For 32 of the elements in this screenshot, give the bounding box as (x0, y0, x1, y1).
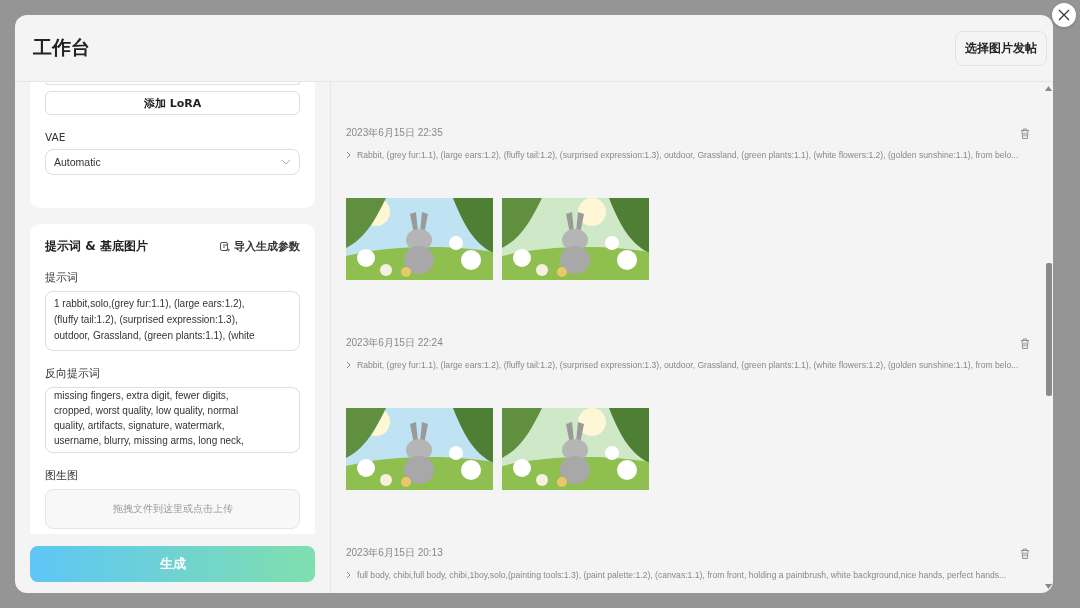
trash-icon[interactable] (1020, 547, 1030, 559)
chevron-right-icon[interactable] (346, 361, 351, 369)
trash-icon[interactable] (1020, 127, 1030, 139)
window-title: 工作台 (33, 35, 90, 60)
field-label: 反向提示词 (45, 367, 101, 381)
scroll-down-icon[interactable] (1045, 584, 1052, 590)
chevron-right-icon[interactable] (346, 151, 351, 159)
field-label: VAE (45, 131, 67, 143)
scrollbar-thumb[interactable] (1045, 263, 1052, 396)
add-lora-button[interactable]: 添加 LoRA (45, 91, 300, 115)
import-icon (219, 240, 231, 253)
import-link[interactable]: 导入生成参数 (234, 239, 300, 254)
field-label: 图生图 (45, 469, 79, 483)
section-title: 提示词 & 基底图片 (45, 238, 148, 255)
close-button[interactable] (1052, 3, 1076, 27)
dropdown-value: Automatic (54, 156, 101, 168)
timestamp: 2023年6月15日 22:35 (346, 126, 443, 140)
prompt-field[interactable]: 1 rabbit,solo,(grey fur:1.1), (large ears:1.2), (fluffy tail:1.2), (surprised expression:1.3), outdoor, Grassland, (green plants:1.1), (white (45, 291, 300, 351)
field-label: 提示词 (45, 271, 79, 285)
chevron-down-icon (281, 159, 291, 165)
prompt-text: full body, chibi,full body, chibi,1boy,solo,(painting tools:1.3), (paint palette:1.2), (canvas:1.1), from front, holding a paintbrush, white background,nice hands, perfect hands... (357, 570, 1007, 580)
prompt-text: Rabbit, (grey fur:1.1), (large ears:1.2), (fluffy tail:1.2), (surprised expression:1.3), outdoor, Grassland, (green plants:1.1), (white flowers:1.2), (golden sunshine:1.1), from belo... (357, 360, 1019, 370)
prompt-text: Rabbit, (grey fur:1.1), (large ears:1.2), (fluffy tail:1.2), (surprised expression:1.3), outdoor, Grassland, (green plants:1.1), (white flowers:1.2), (golden sunshine:1.1), from belo... (357, 150, 1019, 160)
chevron-right-icon[interactable] (346, 571, 351, 579)
negative-prompt-field[interactable]: missing fingers, extra digit, fewer digits, cropped, worst quality, low quality, normal quality, artifacts, signature, watermark, username, blurry, missing arms, long neck, (45, 387, 300, 453)
close-icon (1058, 9, 1070, 21)
vae-dropdown[interactable]: Automatic (45, 149, 300, 175)
timestamp: 2023年6月15日 22:24 (346, 336, 443, 350)
timestamp: 2023年6月15日 20:13 (346, 546, 443, 560)
trash-icon[interactable] (1020, 337, 1030, 349)
scroll-up-icon[interactable] (1045, 85, 1052, 91)
post-button[interactable]: 选择图片发帖 (955, 30, 1047, 66)
